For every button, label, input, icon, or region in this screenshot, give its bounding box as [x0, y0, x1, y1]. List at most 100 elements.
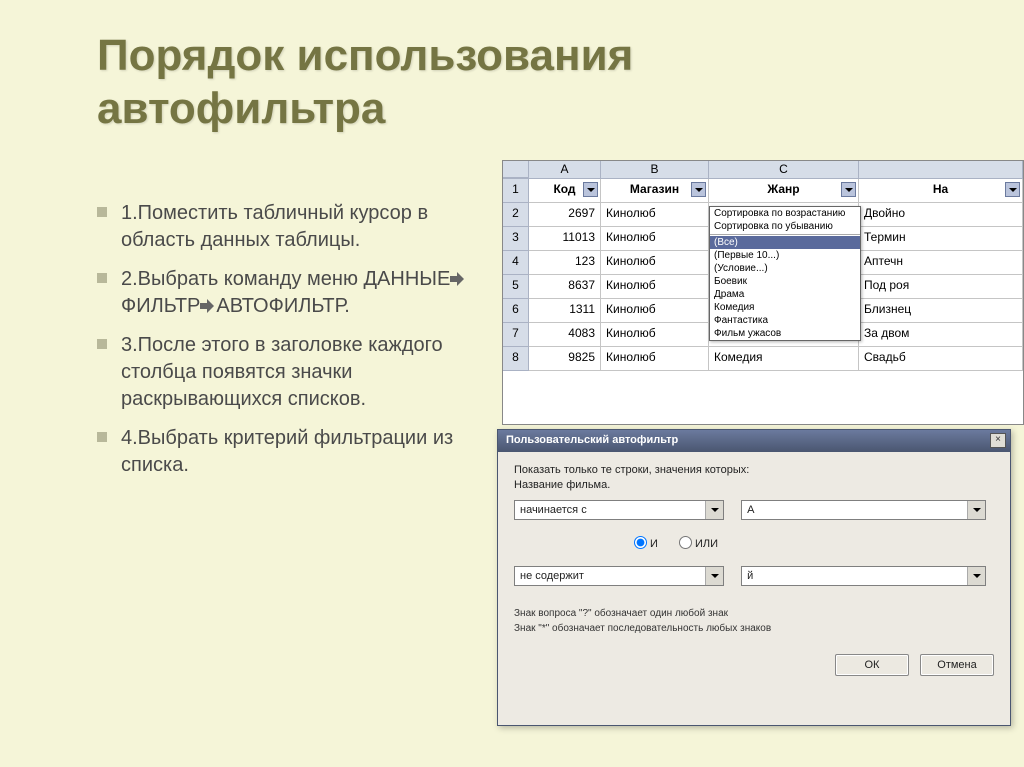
- arrow-icon: [200, 299, 216, 313]
- dropdown-icon[interactable]: [841, 182, 856, 197]
- dialog-hint: Знак вопроса "?" обозначает один любой з…: [514, 606, 994, 636]
- bullet-2-p2: ФИЛЬТР: [121, 295, 200, 317]
- value2-combo[interactable]: й: [741, 566, 986, 586]
- menu-top10[interactable]: (Первые 10...): [710, 249, 860, 262]
- chevron-down-icon[interactable]: [967, 501, 985, 519]
- bullet-3: 3.После этого в заголовке каждого столбц…: [97, 332, 502, 425]
- bullet-2: 2.Выбрать команду меню ДАННЫЕ ФИЛЬТР АВТОФ…: [97, 266, 502, 332]
- cell: Близнец: [859, 299, 1023, 323]
- cell: Свадьб: [859, 347, 1023, 371]
- value1-combo[interactable]: А: [741, 500, 986, 520]
- hdr-shop-label: Магазин: [630, 182, 679, 196]
- menu-opt[interactable]: Фильм ужасов: [710, 327, 860, 340]
- slide-title: Порядок использования автофильтра: [97, 30, 877, 136]
- radio-or-label: ИЛИ: [695, 538, 718, 550]
- col-d-hdr: [859, 161, 1023, 178]
- condition1-combo[interactable]: начинается с: [514, 500, 724, 520]
- menu-opt[interactable]: Драма: [710, 288, 860, 301]
- dropdown-icon[interactable]: [691, 182, 706, 197]
- rownum: 6: [503, 299, 529, 323]
- hdr-genre[interactable]: Жанр: [709, 179, 859, 203]
- cell: Кинолюб: [601, 251, 709, 275]
- cell: Кинолюб: [601, 275, 709, 299]
- arrow-icon: [450, 272, 466, 286]
- hdr-code[interactable]: Код: [529, 179, 601, 203]
- close-icon[interactable]: ×: [990, 433, 1006, 448]
- value2-value: й: [747, 570, 753, 582]
- dropdown-icon[interactable]: [1005, 182, 1020, 197]
- table-row: 89825КинолюбКомедияСвадьб: [503, 347, 1023, 371]
- menu-opt[interactable]: Боевик: [710, 275, 860, 288]
- cell: Кинолюб: [601, 299, 709, 323]
- hdr-genre-label: Жанр: [767, 182, 799, 196]
- cell: Кинолюб: [601, 347, 709, 371]
- radio-and[interactable]: И: [634, 538, 658, 550]
- col-a-hdr: A: [529, 161, 601, 178]
- radio-or[interactable]: ИЛИ: [679, 538, 718, 550]
- cell: Кинолюб: [601, 323, 709, 347]
- ok-button[interactable]: ОК: [835, 654, 909, 676]
- cell: Кинолюб: [601, 203, 709, 227]
- col-c-hdr: C: [709, 161, 859, 178]
- bullet-2-p3: АВТОФИЛЬТР.: [216, 295, 349, 317]
- dialog-field: Название фильма.: [514, 479, 994, 492]
- cell: 4083: [529, 323, 601, 347]
- excel-screenshot: A B C 1 Код Магазин Жанр На 22697Кинолюб…: [502, 160, 1024, 425]
- cell: 9825: [529, 347, 601, 371]
- cell: Под роя: [859, 275, 1023, 299]
- condition1-value: начинается с: [520, 504, 587, 516]
- condition2-value: не содержит: [520, 570, 584, 582]
- cell: Термин: [859, 227, 1023, 251]
- chevron-down-icon[interactable]: [967, 567, 985, 585]
- dialog-title: Пользовательский автофильтр: [506, 434, 678, 446]
- hint-line-2: Знак "*" обозначает последовательность л…: [514, 621, 994, 636]
- menu-separator: [710, 234, 860, 235]
- menu-sort-asc[interactable]: Сортировка по возрастанию: [710, 207, 860, 220]
- col-b-hdr: B: [601, 161, 709, 178]
- condition2-combo[interactable]: не содержит: [514, 566, 724, 586]
- bullet-2-p1: 2.Выбрать команду меню ДАННЫЕ: [121, 268, 450, 290]
- chevron-down-icon[interactable]: [705, 567, 723, 585]
- menu-all[interactable]: (Все): [710, 236, 860, 249]
- cell: 8637: [529, 275, 601, 299]
- rownum: 3: [503, 227, 529, 251]
- rownum: 7: [503, 323, 529, 347]
- chevron-down-icon[interactable]: [705, 501, 723, 519]
- rownum: 4: [503, 251, 529, 275]
- hdr-shop[interactable]: Магазин: [601, 179, 709, 203]
- autofilter-menu[interactable]: Сортировка по возрастанию Сортировка по …: [709, 206, 861, 341]
- hdr-name-label: На: [933, 182, 948, 196]
- cell: 2697: [529, 203, 601, 227]
- custom-autofilter-dialog: Пользовательский автофильтр × Показать т…: [497, 429, 1011, 726]
- cell: 1311: [529, 299, 601, 323]
- rownum-1: 1: [503, 179, 529, 203]
- hdr-code-label: Код: [553, 182, 575, 196]
- cell: Кинолюб: [601, 227, 709, 251]
- cancel-button[interactable]: Отмена: [920, 654, 994, 676]
- menu-sort-desc[interactable]: Сортировка по убыванию: [710, 220, 860, 233]
- cell: 123: [529, 251, 601, 275]
- hdr-name[interactable]: На: [859, 179, 1023, 203]
- hint-line-1: Знак вопроса "?" обозначает один любой з…: [514, 606, 994, 621]
- radio-and-label: И: [650, 538, 658, 550]
- dialog-label: Показать только те строки, значения кото…: [514, 464, 994, 477]
- bullet-list: 1.Поместить табличный курсор в область д…: [97, 200, 502, 491]
- dialog-titlebar: Пользовательский автофильтр ×: [498, 430, 1010, 452]
- menu-custom[interactable]: (Условие...): [710, 262, 860, 275]
- cell: Комедия: [709, 347, 859, 371]
- cell: Аптечн: [859, 251, 1023, 275]
- logic-radios: И ИЛИ: [634, 536, 994, 551]
- dropdown-icon[interactable]: [583, 182, 598, 197]
- bullet-1: 1.Поместить табличный курсор в область д…: [97, 200, 502, 266]
- menu-opt[interactable]: Фантастика: [710, 314, 860, 327]
- corner-cell: [503, 161, 529, 178]
- bullet-4: 4.Выбрать критерий фильтрации из списка.: [97, 425, 502, 491]
- cell: За двом: [859, 323, 1023, 347]
- rownum: 2: [503, 203, 529, 227]
- rownum: 5: [503, 275, 529, 299]
- rownum: 8: [503, 347, 529, 371]
- cell: 11013: [529, 227, 601, 251]
- cell: Двойно: [859, 203, 1023, 227]
- menu-opt[interactable]: Комедия: [710, 301, 860, 314]
- value1-value: А: [747, 504, 754, 516]
